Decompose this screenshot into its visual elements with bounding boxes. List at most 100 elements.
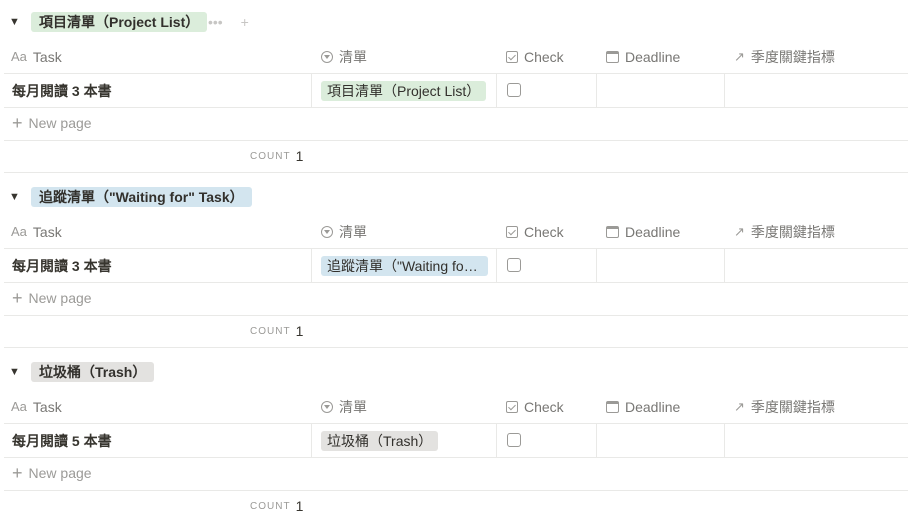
column-header-list[interactable]: 清單 xyxy=(311,390,496,423)
new-page-button[interactable]: + New page xyxy=(4,106,311,140)
check-cell xyxy=(496,74,596,107)
column-label: 清單 xyxy=(339,398,367,415)
column-header-kpi[interactable]: ↗ 季度關鍵指標 xyxy=(724,390,908,423)
group-tag: 追蹤清單（"Waiting for" Task） xyxy=(31,187,252,207)
kpi-cell[interactable] xyxy=(724,249,908,282)
arrow-up-right-icon: ↗ xyxy=(734,398,745,414)
checkbox[interactable] xyxy=(507,258,521,272)
column-label: 季度關鍵指標 xyxy=(750,48,835,65)
checkbox[interactable] xyxy=(507,433,521,447)
column-header-kpi[interactable]: ↗ 季度關鍵指標 xyxy=(724,40,908,73)
column-header-row: Aa Task 清單 Check Deadline ↗ 季度關鍵指標 xyxy=(4,40,908,74)
column-header-task[interactable]: Aa Task xyxy=(4,40,311,73)
group-header: ▼ 追蹤清單（"Waiting for" Task） xyxy=(0,187,300,211)
group-tag: 項目清單（Project List） xyxy=(31,12,208,32)
column-header-deadline[interactable]: Deadline xyxy=(596,390,724,423)
group-header: ▼ 垃圾桶（Trash） xyxy=(0,362,300,386)
deadline-cell[interactable] xyxy=(596,74,724,107)
add-icon[interactable]: + xyxy=(241,14,249,30)
toggle-triangle-icon[interactable]: ▼ xyxy=(9,365,23,379)
count-row: COUNT 1 xyxy=(4,140,908,173)
select-icon xyxy=(321,225,333,238)
column-header-task[interactable]: Aa Task xyxy=(4,215,311,248)
column-header-check[interactable]: Check xyxy=(496,215,596,248)
task-cell[interactable]: 每月閱讀 5 本書 xyxy=(4,424,311,457)
text-property-icon: Aa xyxy=(11,224,27,239)
column-header-deadline[interactable]: Deadline xyxy=(596,215,724,248)
table-row[interactable]: 每月閱讀 3 本書 追蹤清單（"Waiting for" Task） xyxy=(4,248,908,283)
column-label: Deadline xyxy=(625,398,681,415)
task-cell[interactable]: 每月閱讀 3 本書 xyxy=(4,74,311,107)
checkbox-icon xyxy=(506,225,518,238)
column-label: 清單 xyxy=(339,48,367,65)
calendar-icon xyxy=(606,400,619,413)
more-icon[interactable]: ••• xyxy=(208,14,223,30)
count-value: 1 xyxy=(295,323,304,339)
column-header-task[interactable]: Aa Task xyxy=(4,390,311,423)
column-label: Check xyxy=(524,398,564,415)
column-label: 季度關鍵指標 xyxy=(750,398,835,415)
column-label: Check xyxy=(524,223,564,240)
list-cell[interactable]: 追蹤清單（"Waiting for" Task） xyxy=(311,249,496,282)
toggle-triangle-icon[interactable]: ▼ xyxy=(9,190,23,204)
column-label: Task xyxy=(32,223,62,240)
column-label: Check xyxy=(524,48,564,65)
checkbox[interactable] xyxy=(507,83,521,97)
column-label: Task xyxy=(32,48,62,65)
check-cell xyxy=(496,424,596,457)
plus-icon: + xyxy=(12,463,23,483)
checkbox-icon xyxy=(506,400,518,413)
column-label: Deadline xyxy=(625,223,681,240)
group-tag: 垃圾桶（Trash） xyxy=(31,362,155,382)
column-label: Deadline xyxy=(625,48,681,65)
column-label: 季度關鍵指標 xyxy=(750,223,835,240)
table-row[interactable]: 每月閱讀 5 本書 垃圾桶（Trash） xyxy=(4,423,908,458)
column-header-list[interactable]: 清單 xyxy=(311,40,496,73)
kpi-cell[interactable] xyxy=(724,424,908,457)
plus-icon: + xyxy=(12,113,23,133)
column-header-list[interactable]: 清單 xyxy=(311,215,496,248)
new-page-row: + New page xyxy=(4,281,908,316)
kpi-cell[interactable] xyxy=(724,74,908,107)
deadline-cell[interactable] xyxy=(596,424,724,457)
list-cell[interactable]: 垃圾桶（Trash） xyxy=(311,424,496,457)
text-property-icon: Aa xyxy=(11,49,27,64)
new-page-button[interactable]: + New page xyxy=(4,456,311,490)
list-cell[interactable]: 項目清單（Project List） xyxy=(311,74,496,107)
new-page-row: + New page xyxy=(4,456,908,491)
column-header-row: Aa Task 清單 Check Deadline ↗ 季度關鍵指標 xyxy=(4,390,908,424)
column-header-check[interactable]: Check xyxy=(496,40,596,73)
new-page-label: New page xyxy=(28,465,92,481)
checkbox-icon xyxy=(506,50,518,63)
check-cell xyxy=(496,249,596,282)
new-page-row: + New page xyxy=(4,106,908,141)
count-label: COUNT xyxy=(250,500,291,512)
arrow-up-right-icon: ↗ xyxy=(734,48,745,64)
group-waiting-for: ▼ 追蹤清單（"Waiting for" Task） Aa Task 清單 Che… xyxy=(0,187,908,359)
column-header-kpi[interactable]: ↗ 季度關鍵指標 xyxy=(724,215,908,248)
column-header-deadline[interactable]: Deadline xyxy=(596,40,724,73)
list-tag: 項目清單（Project List） xyxy=(321,80,487,101)
select-icon xyxy=(321,400,333,413)
count-summary[interactable]: COUNT 1 xyxy=(250,146,303,166)
toggle-triangle-icon[interactable]: ▼ xyxy=(9,15,23,29)
count-row: COUNT 1 xyxy=(4,490,908,522)
count-summary[interactable]: COUNT 1 xyxy=(250,496,303,516)
count-value: 1 xyxy=(295,148,304,164)
new-page-button[interactable]: + New page xyxy=(4,281,311,315)
column-label: Task xyxy=(32,398,62,415)
count-summary[interactable]: COUNT 1 xyxy=(250,321,303,341)
group-actions: ••• + xyxy=(208,12,263,32)
count-label: COUNT xyxy=(250,325,291,337)
new-page-label: New page xyxy=(28,115,92,131)
plus-icon: + xyxy=(12,288,23,308)
deadline-cell[interactable] xyxy=(596,249,724,282)
count-label: COUNT xyxy=(250,150,291,162)
list-tag: 追蹤清單（"Waiting for" Task） xyxy=(321,255,488,276)
count-value: 1 xyxy=(295,498,304,514)
column-header-check[interactable]: Check xyxy=(496,390,596,423)
count-row: COUNT 1 xyxy=(4,315,908,348)
table-row[interactable]: 每月閱讀 3 本書 項目清單（Project List） xyxy=(4,73,908,108)
task-cell[interactable]: 每月閱讀 3 本書 xyxy=(4,249,311,282)
new-page-label: New page xyxy=(28,290,92,306)
